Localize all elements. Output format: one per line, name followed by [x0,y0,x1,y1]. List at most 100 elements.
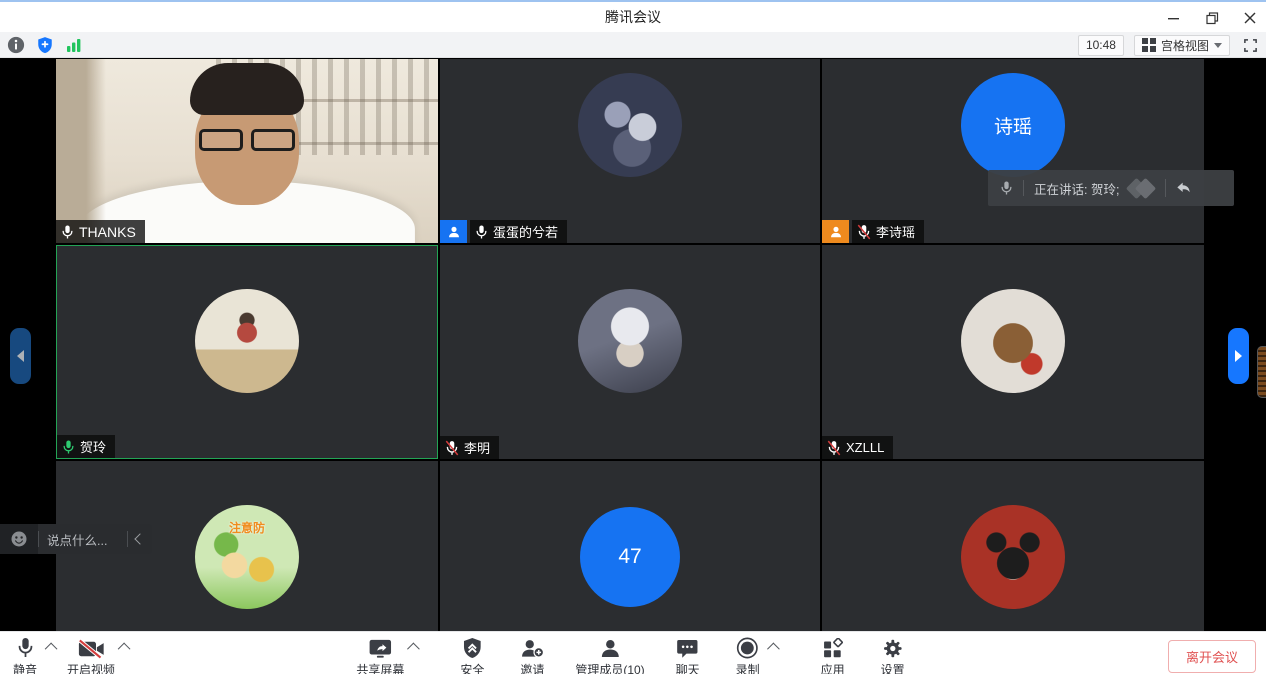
restore-icon[interactable] [1204,10,1220,26]
manage-members-button[interactable]: 管理成员(10) [575,636,644,674]
record-menu-chevron[interactable] [771,636,780,659]
security-button[interactable]: 安全 [455,636,489,674]
cohost-badge-icon [822,220,849,243]
participant-name: THANKS [79,224,136,240]
avatar-initials: 47 [580,507,680,607]
prev-page-arrow[interactable] [10,328,31,384]
record-icon [737,636,759,659]
avatar [961,505,1065,609]
collapse-left-icon[interactable] [128,524,152,554]
invite-icon [520,636,544,659]
avatar [578,289,682,393]
toolbar-label: 录制 [736,661,760,674]
apps-icon [822,636,843,659]
video-tile-thanks[interactable]: THANKS [56,59,438,243]
video-menu-chevron[interactable] [121,636,130,659]
toolbar-label: 邀请 [520,661,544,674]
close-icon[interactable] [1242,10,1258,26]
video-tile-liming[interactable]: 李明 [440,245,820,459]
microphone-icon [988,180,1023,196]
time-text: 10:48 [1086,38,1116,52]
mute-menu-chevron[interactable] [48,636,57,659]
avatar [961,289,1065,393]
video-grid: THANKS 蛋蛋的兮若 [0,58,1266,631]
video-tile-47[interactable]: 47 [440,461,820,631]
topbar-status-icons [0,35,84,55]
participant-name: 贺玲 [80,437,106,456]
grid-view-icon [1142,38,1156,52]
window-title: 腾讯会议 [0,2,1266,34]
arrow-left-icon [17,350,24,362]
video-tile-9[interactable] [822,461,1204,631]
mic-muted-icon [445,440,459,456]
toolbar-label: 开启视频 [67,661,115,674]
info-icon[interactable] [6,35,26,55]
avatar-text: 诗瑶 [994,112,1032,139]
mic-muted-icon [857,224,871,240]
avatar [578,73,682,177]
chat-button[interactable]: 聊天 [671,636,705,674]
settings-button[interactable]: 设置 [876,636,910,674]
participant-name-tag: 李明 [440,436,499,459]
toolbar-label: 设置 [881,661,905,674]
toolbar-label: 静音 [13,661,37,674]
title-bar: 腾讯会议 [0,0,1266,32]
toolbar-center-group: 共享屏幕 安全 [356,636,909,674]
members-icon [599,636,621,659]
toolbar-left-group: 静音 开启视频 [8,636,140,674]
apps-button[interactable]: 应用 [816,636,850,674]
participant-name-tag: XZLLL [822,436,893,459]
view-mode-selector[interactable]: 宫格视图 [1134,35,1230,56]
leave-meeting-button[interactable]: 离开会议 [1168,640,1256,673]
chat-input[interactable]: 说点什么... [39,530,127,549]
toolbar-label: 聊天 [676,661,700,674]
view-mode-label: 宫格视图 [1161,37,1209,54]
share-screen-icon [368,636,392,659]
right-edge-thumbnail[interactable] [1257,346,1266,398]
network-signal-icon[interactable] [64,35,84,55]
invite-button[interactable]: 邀请 [515,636,549,674]
host-badge-icon [440,220,467,243]
video-tile-heling[interactable]: 贺玲 [56,245,438,459]
start-video-button[interactable]: 开启视频 [67,636,115,674]
camera-off-icon [78,636,105,659]
caret-down-icon [1214,43,1222,48]
meeting-time: 10:48 [1078,35,1124,56]
share-screen-button[interactable]: 共享屏幕 [356,636,404,674]
participant-name-tag: 蛋蛋的兮若 [470,220,567,243]
meeting-logo-icon [1129,181,1153,196]
record-button[interactable]: 录制 [731,636,765,674]
emoji-icon[interactable] [0,524,38,554]
participant-name-tag: THANKS [56,220,145,243]
mic-muted-icon [827,440,841,456]
quick-chat-bar: 说点什么... [0,524,152,554]
mute-button[interactable]: 静音 [8,636,42,674]
mic-on-icon [61,224,74,240]
next-page-arrow[interactable] [1228,328,1249,384]
avatar-text: 47 [618,545,641,569]
toolbar-label: 安全 [460,661,484,674]
microphone-icon [16,636,35,659]
participant-name-tag: 贺玲 [57,435,115,458]
share-menu-chevron[interactable] [410,636,419,659]
participant-name: 蛋蛋的兮若 [493,222,558,241]
avatar-initials: 诗瑶 [961,73,1065,177]
video-tile-dandan[interactable]: 蛋蛋的兮若 [440,59,820,243]
shield-plus-icon[interactable] [35,35,55,55]
avatar [195,289,299,393]
reply-arrow-icon[interactable] [1166,181,1202,195]
avatar: 注意防 [195,505,299,609]
security-shield-icon [462,636,482,659]
window-controls [1166,2,1258,34]
arrow-right-icon [1235,350,1242,362]
participant-name-tag: 李诗瑶 [852,220,924,243]
settings-icon [882,636,903,659]
video-tile-lishiyao[interactable]: 诗瑶 李诗瑶 [822,59,1204,243]
minimize-icon[interactable] [1166,10,1182,26]
toolbar-label: 管理成员(10) [575,661,644,674]
meeting-window: 腾讯会议 [0,0,1266,674]
speaking-text: 正在讲话: 贺玲; [1024,179,1127,198]
participant-name: 李明 [464,438,490,457]
video-tile-xzlll[interactable]: XZLLL [822,245,1204,459]
fullscreen-icon[interactable] [1240,35,1260,55]
